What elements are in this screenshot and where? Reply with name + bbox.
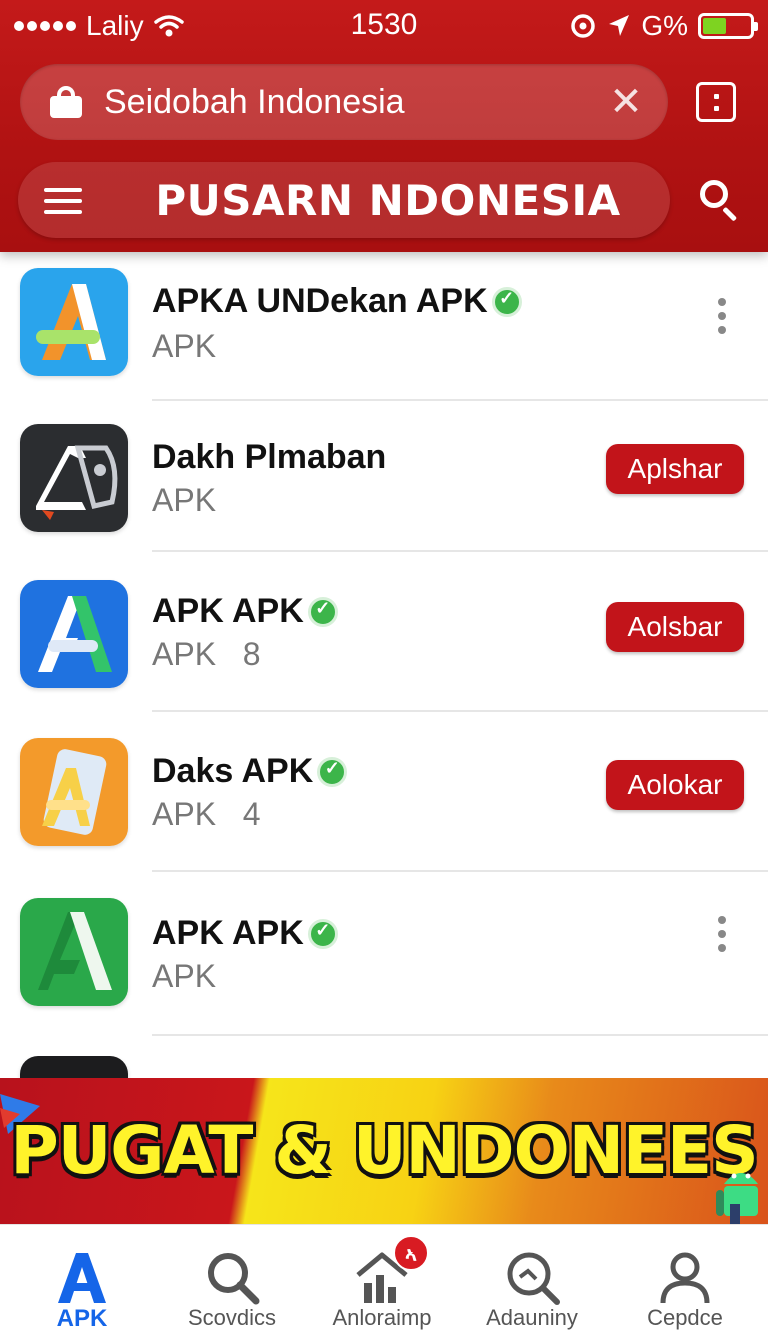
app-subtitle: APK [152,482,217,518]
person-icon [660,1252,710,1304]
app-subtitle: APK 4 [152,796,261,832]
install-button[interactable]: Aplshar [606,444,744,494]
banner-text: PUGAT & UNDONEES [10,1112,758,1189]
verified-icon [307,596,338,627]
nav-item-search[interactable]: Scovdics [157,1225,307,1344]
nav-label: Anloraimp [332,1305,432,1330]
list-item[interactable]: APK APK APK 8 Aolsbar [0,576,768,732]
nav-label: Adauniny [486,1305,578,1330]
divider [152,399,768,401]
url-text[interactable]: Seidobah Indonesia [104,83,606,122]
app-title: Dakh Plmaban [152,438,387,476]
android-icon [716,1173,758,1224]
location-icon [609,15,630,36]
url-bar[interactable]: Seidobah Indonesia ✕ [20,64,668,140]
app-subtitle: APK [152,328,217,364]
nav-label: APK [56,1305,108,1332]
app-title: APKA UNDekan APK [152,282,522,321]
app-title: APK APK [152,914,338,953]
list-item[interactable] [0,1056,768,1078]
app-subtitle: APK 8 [152,636,261,672]
app-title: APK APK [152,592,338,631]
battery-fill [703,18,726,34]
apk-a-icon [20,268,128,376]
notification-badge: ኣ [393,1235,429,1271]
divider [152,550,768,552]
status-bar: Laliy 1530 G% [0,0,768,52]
list-item[interactable]: Dakh Plmaban APK Aplshar [0,422,768,578]
install-button[interactable]: Aolokar [606,760,744,810]
nav-item-apk[interactable]: APK [7,1225,157,1344]
tabs-icon[interactable] [696,82,736,122]
orange-a-icon [20,738,128,846]
nav-item-profile[interactable]: Cepdce [610,1225,760,1344]
app-title: Daks APK [152,752,348,791]
search-icon [208,1253,260,1305]
magnifier-chart-icon [507,1252,560,1305]
alarm-icon [571,14,596,38]
verified-icon [317,756,348,787]
page-title: Pusarn Ndonesia [155,176,621,225]
nav-label: Scovdics [187,1305,277,1330]
app-header: Laliy 1530 G% Seidobah Indonesia ✕ PUSAR… [0,0,768,252]
bottom-nav: APK Scovdics ኣ Anloraimp Adauniny Cepdce [0,1224,768,1344]
close-icon[interactable]: ✕ [606,82,646,122]
nav-item-apps[interactable]: ኣ Anloraimp [307,1225,457,1344]
list-item[interactable]: APK APK APK [0,898,768,1054]
blue-a-icon [20,580,128,688]
title-bar: Pusarn Ndonesia [18,162,670,238]
lock-icon [50,86,82,118]
promo-banner[interactable]: PUGAT & UNDONEES [0,1078,768,1224]
list-item[interactable]: APKA UNDekan APK APK [0,264,768,420]
network-indicator: G% [641,10,688,41]
app-subtitle: APK [152,958,217,994]
divider [152,710,768,712]
search-icon[interactable] [700,180,740,222]
install-button[interactable]: Aolsbar [606,602,744,652]
more-options-icon[interactable] [714,298,730,338]
verified-icon [307,918,338,949]
green-a-icon [20,898,128,1006]
nav-label: Cepdce [647,1305,723,1330]
battery-icon [698,13,758,39]
nav-item-analytics[interactable]: Adauniny [457,1225,607,1344]
status-right: G% [569,10,758,42]
dark-a-icon [20,424,128,532]
more-options-icon[interactable] [714,916,730,956]
divider [152,870,768,872]
list-item[interactable]: Daks APK APK 4 Aolokar [0,736,768,892]
apk-logo-icon [58,1253,106,1303]
verified-icon [491,286,522,317]
app-icon [20,1056,128,1078]
divider [152,1034,768,1036]
